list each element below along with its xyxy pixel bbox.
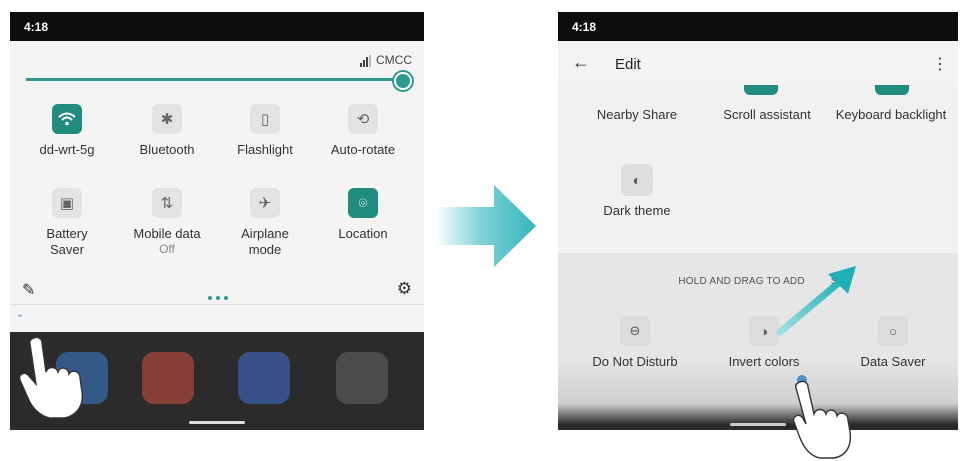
tile-battery-saver[interactable]: ▣ Battery Saver xyxy=(22,188,112,258)
data-saver-icon: ○ xyxy=(878,316,908,346)
divider xyxy=(10,304,424,305)
tile-label: Dark theme xyxy=(603,203,671,218)
location-icon: ⌾ xyxy=(348,188,378,218)
tile-label: Keyboard backlight xyxy=(835,107,947,122)
tile-label: Mobile data xyxy=(133,226,201,241)
hand-pointer-icon xyxy=(18,336,83,419)
status-bar: 4:18 xyxy=(558,12,958,41)
tile-auto-rotate[interactable]: ⟲ Auto-rotate xyxy=(318,104,408,158)
tile-label: Airplane mode xyxy=(241,226,289,257)
app-icon[interactable] xyxy=(336,352,388,404)
hold-drag-hint: HOLD AND DRAG TO ADD S xyxy=(678,276,838,287)
status-time: 4:18 xyxy=(24,20,49,34)
bluetooth-icon: ✱ xyxy=(152,104,182,134)
tile-icon-partial xyxy=(744,85,778,95)
hand-pointer-icon xyxy=(792,375,852,459)
tile-do-not-disturb[interactable]: ⊖ Do Not Disturb xyxy=(570,316,700,369)
wifi-icon xyxy=(52,104,82,134)
tile-bluetooth[interactable]: ✱ Bluetooth xyxy=(122,104,212,158)
tile-label: Battery Saver xyxy=(46,226,88,257)
edit-tiles-screen: 4:18 ← Edit ⋮ Nearby Share Scroll assist… xyxy=(558,12,958,430)
tile-nearby-share[interactable]: Nearby Share xyxy=(572,100,702,122)
messages-icon[interactable] xyxy=(238,352,290,404)
status-time: 4:18 xyxy=(572,20,597,34)
tile-label: Scroll assistant xyxy=(723,107,811,122)
dark-theme-icon: ◐ xyxy=(621,164,653,196)
tile-label: Location xyxy=(338,226,388,241)
tile-label: Auto-rotate xyxy=(330,142,396,157)
tile-label: Invert colors xyxy=(728,354,800,369)
quick-settings-footer: ✎ ⚙ xyxy=(10,274,424,304)
page-indicator xyxy=(206,287,230,305)
tile-label: Nearby Share xyxy=(596,107,678,122)
tile-dark-theme[interactable]: ◐ Dark theme xyxy=(572,164,702,218)
tile-sublabel: Off xyxy=(159,242,175,256)
brightness-knob[interactable] xyxy=(394,72,412,90)
tile-label: Flashlight xyxy=(237,142,293,157)
collapse-chevron-icon[interactable]: ˇ xyxy=(18,312,22,327)
tile-airplane[interactable]: ✈ Airplane mode xyxy=(220,188,310,258)
settings-gear-icon[interactable]: ⚙ xyxy=(397,279,412,299)
signal-icon xyxy=(360,53,372,67)
flashlight-icon: ▯ xyxy=(250,104,280,134)
carrier-label: CMCC xyxy=(376,53,412,67)
tile-flashlight[interactable]: ▯ Flashlight xyxy=(220,104,310,158)
status-bar: 4:18 xyxy=(10,12,424,41)
home-indicator[interactable] xyxy=(730,423,786,426)
tile-label: Bluetooth xyxy=(139,142,195,157)
tile-mobile-data[interactable]: ⇅ Mobile data Off xyxy=(122,188,212,256)
chrome-icon[interactable] xyxy=(142,352,194,404)
airplane-icon: ✈ xyxy=(250,188,280,218)
edit-pencil-icon[interactable]: ✎ xyxy=(22,280,35,300)
carrier-indicator: CMCC xyxy=(360,53,412,67)
tile-icon-partial xyxy=(875,85,909,95)
tile-keyboard-backlight[interactable]: Keyboard backlight xyxy=(826,100,956,122)
back-arrow-icon[interactable]: ← xyxy=(572,52,590,73)
app-bar: ← Edit ⋮ xyxy=(558,41,958,85)
brightness-slider[interactable] xyxy=(26,78,402,81)
mobile-data-icon: ⇅ xyxy=(152,188,182,218)
tile-label: dd-wrt-5g xyxy=(39,142,95,157)
more-options-icon[interactable]: ⋮ xyxy=(932,54,948,74)
tile-label: Do Not Disturb xyxy=(592,354,678,369)
auto-rotate-icon: ⟲ xyxy=(348,104,378,134)
quick-settings-screen: 4:18 CMCC dd-wrt-5g ✱ Bluetooth ▯ Flashl… xyxy=(10,12,424,430)
tile-location[interactable]: ⌾ Location xyxy=(318,188,408,242)
home-indicator[interactable] xyxy=(189,421,245,424)
drag-direction-arrow-icon xyxy=(776,266,856,336)
tile-wifi[interactable]: dd-wrt-5g xyxy=(22,104,112,158)
tile-scroll-assistant[interactable]: Scroll assistant xyxy=(702,100,832,122)
battery-saver-icon: ▣ xyxy=(52,188,82,218)
tile-label: Data Saver xyxy=(860,354,926,369)
do-not-disturb-icon: ⊖ xyxy=(620,316,650,346)
page-title: Edit xyxy=(615,56,641,73)
transition-arrow xyxy=(436,185,536,272)
